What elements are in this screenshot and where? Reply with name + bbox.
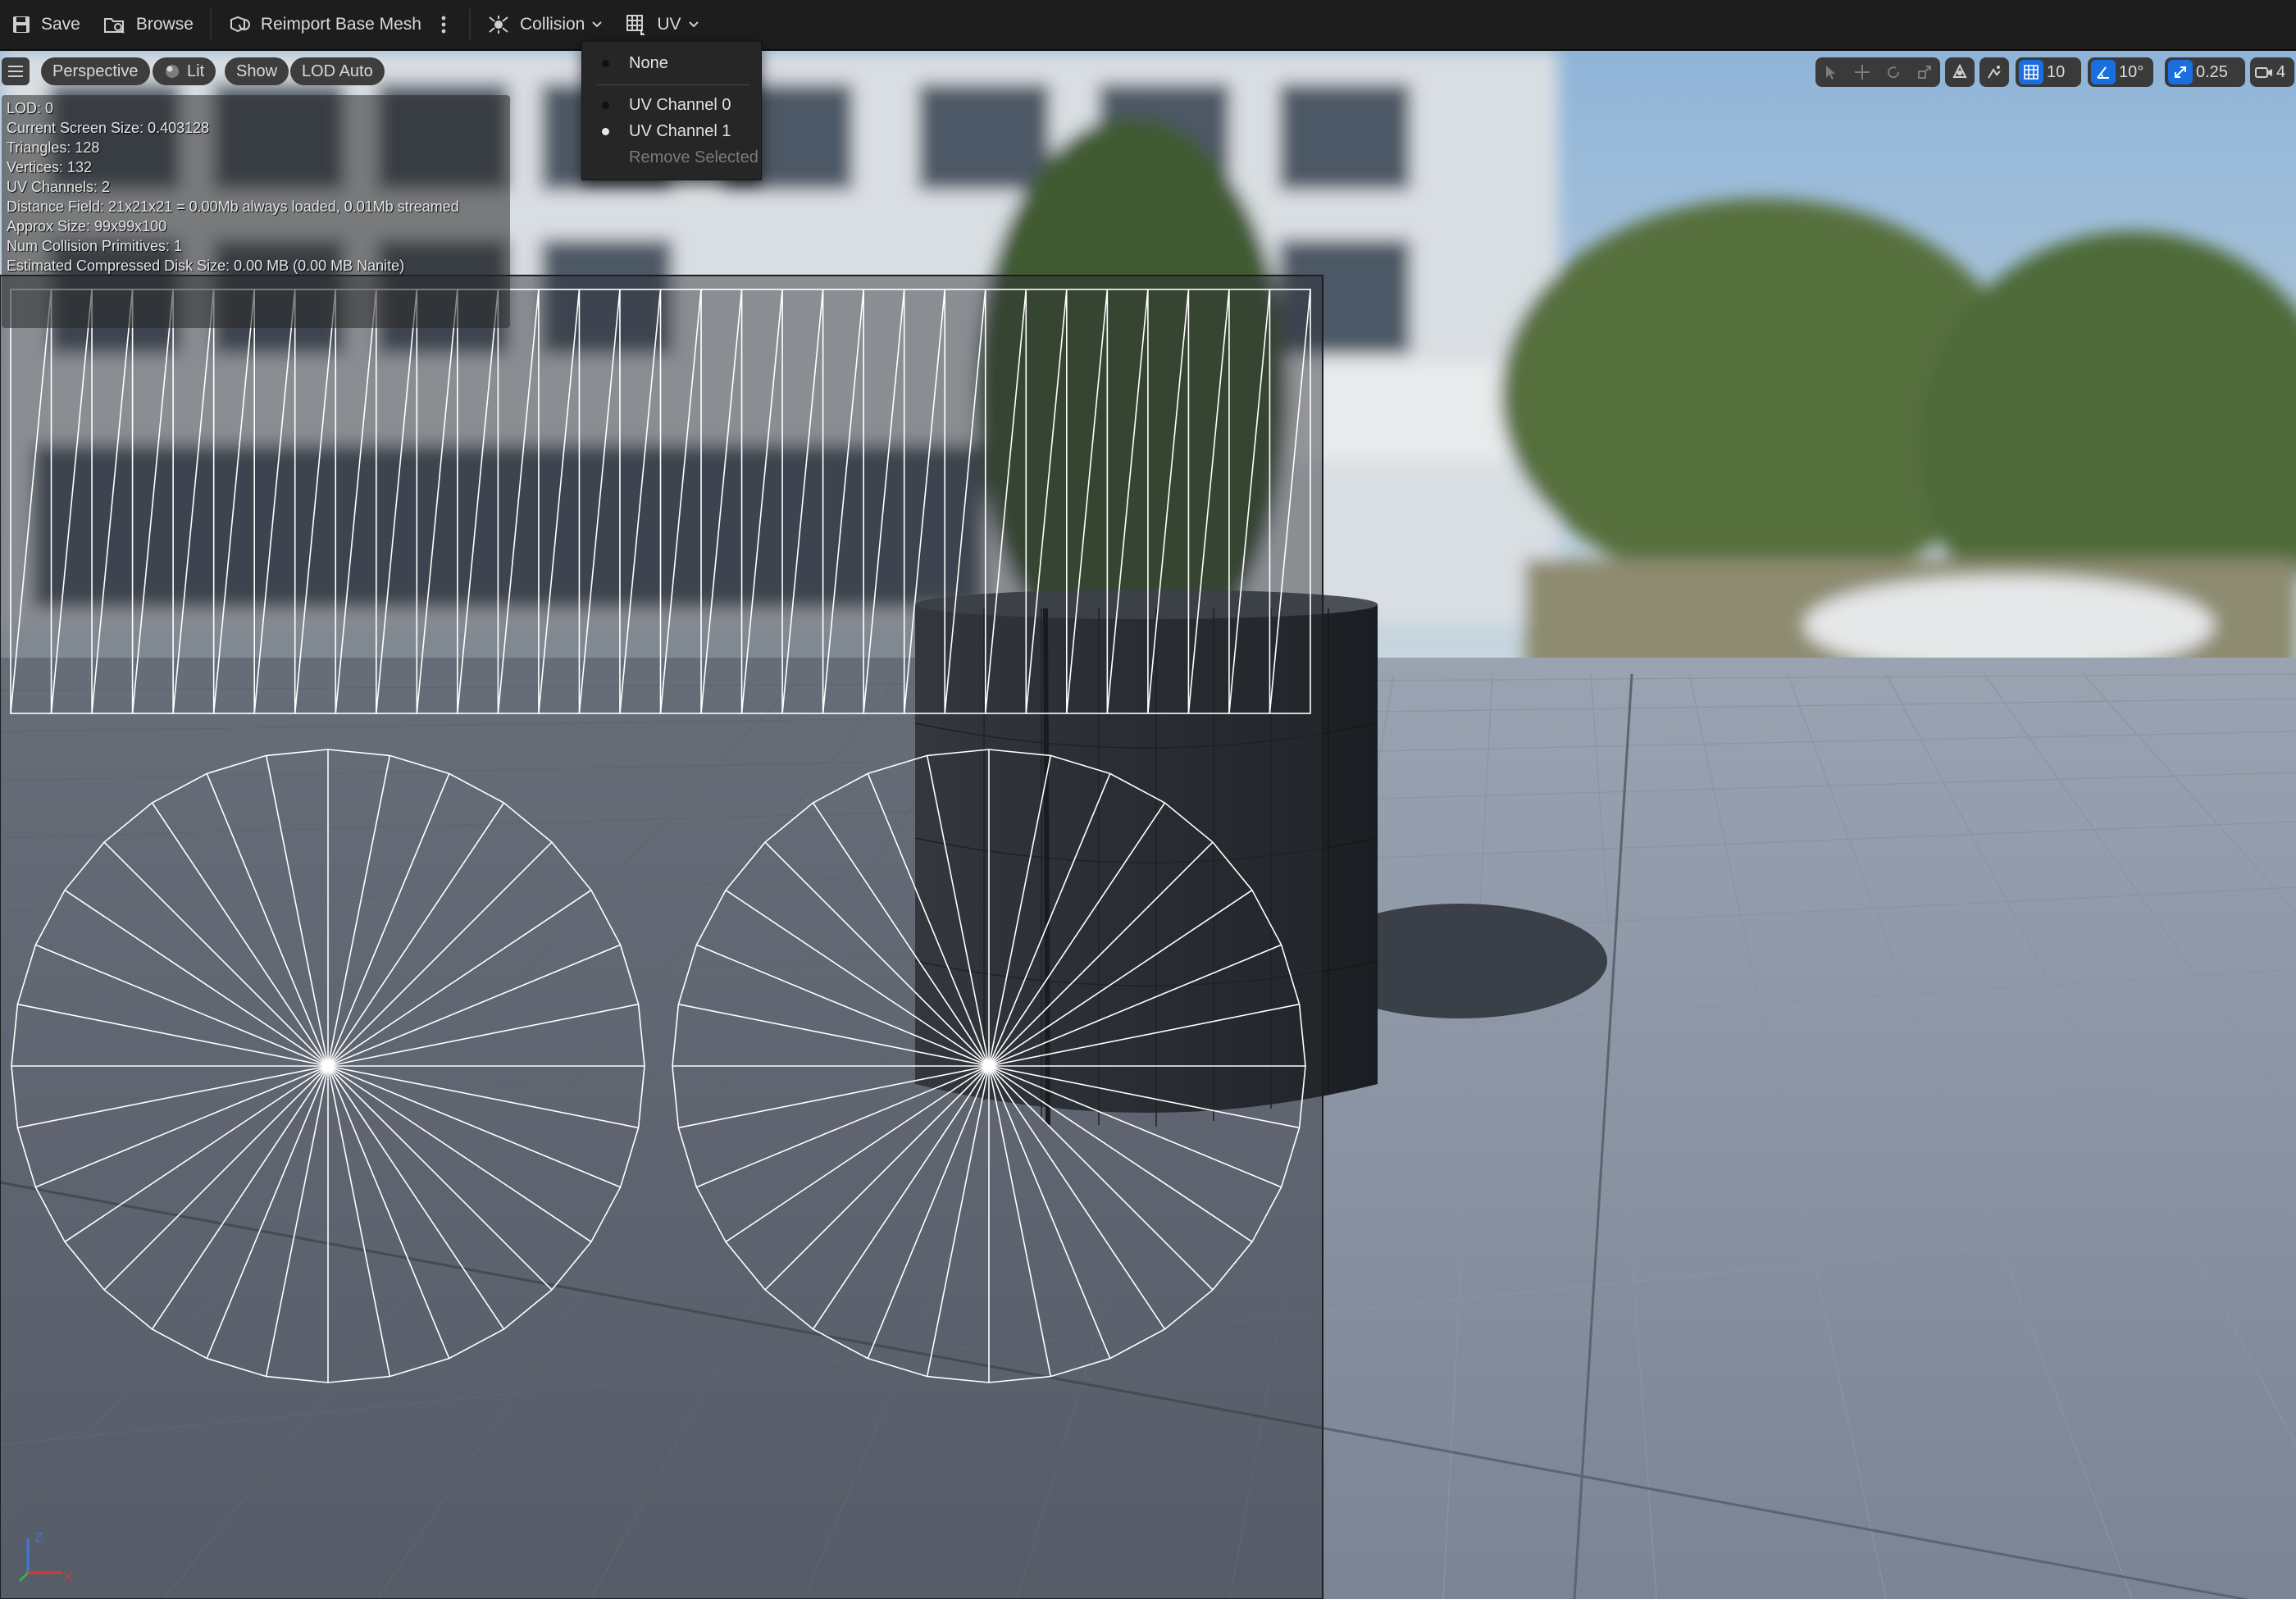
browse-label: Browse [135, 15, 194, 34]
show-button[interactable]: Show [225, 57, 289, 85]
stat-vertices: Vertices: 132 [7, 159, 93, 175]
camera-speed-button[interactable] [2253, 57, 2275, 87]
collision-icon [489, 16, 508, 34]
chevron-down-icon [592, 21, 603, 28]
stat-approx-size: Approx Size: 99x99x100 [7, 218, 167, 235]
scale-snap-toggle[interactable] [2168, 60, 2193, 84]
surface-snap-icon [1988, 66, 2001, 79]
stat-screen-size: Current Screen Size: 0.403128 [7, 120, 210, 136]
lod-label: LOD Auto [302, 61, 373, 80]
uv-grid-icon [626, 15, 645, 35]
grid-snap-value[interactable]: 10 [2043, 63, 2073, 82]
toolbar-separator [468, 8, 471, 41]
reimport-options-button[interactable] [433, 0, 464, 50]
stat-collision-prims: Num Collision Primitives: 1 [7, 238, 183, 254]
uv-top-cap-wireframe [11, 749, 645, 1383]
select-tool-button[interactable] [1815, 57, 1847, 87]
stat-distance-field: Distance Field: 21x21x21 = 0.00Mb always… [7, 198, 459, 215]
grid-icon [2024, 65, 2039, 80]
uv-menu-item-channel-1[interactable]: UV Channel 1 [582, 119, 761, 144]
scale-icon [1918, 66, 1931, 79]
rotate-tool-button[interactable] [1878, 57, 1909, 87]
stat-disk-size: Estimated Compressed Disk Size: 0.00 MB … [7, 257, 405, 274]
reimport-icon [230, 16, 250, 33]
uv-label: UV [657, 15, 681, 34]
grid-snap-toggle[interactable] [2019, 60, 2043, 84]
collision-label: Collision [519, 15, 585, 34]
uv-menu-item-remove-selected: Remove Selected [629, 148, 758, 166]
reimport-base-mesh-button[interactable]: Reimport Base Mesh [216, 0, 433, 50]
stat-lod: LOD: 0 [7, 100, 54, 116]
axis-gizmo: Z X [18, 1531, 73, 1584]
radio-unselected-icon [602, 59, 609, 67]
grid-snap-group[interactable]: 10 [2016, 57, 2081, 87]
scale-tool-button[interactable] [1909, 57, 1940, 87]
axis-z-label: Z [34, 1531, 43, 1545]
hamburger-menu-icon [8, 66, 23, 77]
reimport-label: Reimport Base Mesh [260, 15, 421, 34]
kebab-menu-icon [441, 16, 446, 34]
stat-uv-channels: UV Channels: 2 [7, 179, 111, 195]
scale-snap-icon [2175, 66, 2186, 78]
stat-triangles: Triangles: 128 [7, 139, 100, 156]
rotation-snap-toggle[interactable] [2091, 60, 2116, 84]
rotation-snap-value[interactable]: 10° [2116, 63, 2152, 82]
translate-tool-button[interactable] [1847, 57, 1878, 87]
uv-menu-item-none[interactable]: None [582, 51, 761, 75]
main-toolbar: Save Browse Reimport Base Mesh Collision [0, 0, 2296, 51]
lit-sphere-icon [166, 65, 179, 78]
floppy-disk-icon [13, 16, 30, 33]
axis-x-label: X [64, 1570, 73, 1584]
camera-speed-value[interactable]: 4 [2275, 63, 2290, 82]
coordinate-space-button[interactable] [1945, 57, 1975, 87]
cursor-arrow-icon [1826, 66, 1835, 80]
mesh-stats-panel: LOD: 0 Current Screen Size: 0.403128 Tri… [2, 95, 510, 328]
lod-auto-button[interactable]: LOD Auto [290, 57, 385, 85]
menu-divider [597, 84, 749, 85]
uv-bottom-cap-wireframe [672, 749, 1306, 1383]
mesh-viewport[interactable]: Perspective Lit Show LOD Auto 10 10° 0.2… [0, 51, 2296, 1599]
folder-browse-icon [103, 18, 125, 34]
perspective-label: Perspective [52, 61, 139, 80]
camera-icon [2255, 67, 2272, 78]
world-space-icon [1952, 63, 1967, 78]
uv-menu-item-channel-0[interactable]: UV Channel 0 [582, 93, 761, 117]
viewport-options-button[interactable] [2, 57, 30, 85]
uv-channel-menu: None UV Channel 0 UV Channel 1 Remove Se… [581, 41, 762, 180]
lit-button[interactable]: Lit [153, 57, 216, 85]
angle-icon [2097, 66, 2109, 79]
radio-unselected-icon [602, 101, 609, 109]
radio-selected-icon [602, 127, 609, 135]
browse-button[interactable]: Browse [92, 0, 205, 50]
show-label: Show [236, 61, 278, 80]
lit-label: Lit [187, 61, 205, 80]
transform-tools-group [1815, 57, 1940, 87]
rotate-icon [1888, 66, 1900, 79]
perspective-button[interactable]: Perspective [41, 57, 150, 85]
scale-snap-group[interactable]: 0.25 [2165, 57, 2245, 87]
scale-snap-value[interactable]: 0.25 [2193, 63, 2236, 82]
move-arrows-icon [1855, 65, 1870, 80]
rotation-snap-group[interactable]: 10° [2088, 57, 2153, 87]
save-label: Save [41, 15, 80, 34]
camera-speed-group[interactable]: 4 [2250, 57, 2294, 87]
toolbar-separator [209, 8, 212, 41]
surface-snap-button[interactable] [1979, 57, 2009, 87]
chevron-down-icon [688, 21, 699, 28]
save-button[interactable]: Save [0, 0, 92, 50]
